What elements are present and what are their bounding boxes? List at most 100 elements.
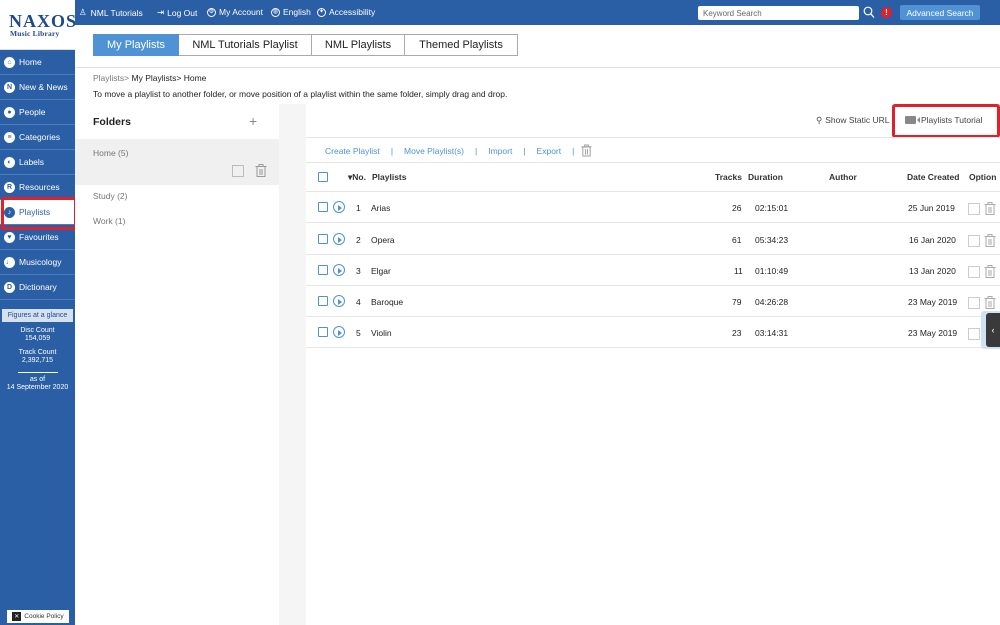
folder-item-study[interactable]: Study (2) (93, 191, 128, 201)
trash-icon[interactable] (984, 296, 996, 309)
info-icon[interactable]: ! (881, 7, 892, 18)
row-playlist-name[interactable]: Opera (371, 235, 395, 245)
track-count-value: 2,392,715 (21, 357, 54, 364)
row-duration: 01:10:49 (755, 266, 789, 276)
sidebar-item-categories[interactable]: ≡ Categories (0, 125, 75, 150)
play-icon[interactable] (333, 201, 345, 213)
sidebar-item-musicology[interactable]: ♩ Musicology (0, 250, 75, 275)
tab-nml-playlists[interactable]: NML Playlists (312, 34, 405, 56)
logout-icon: ⇥ (157, 7, 165, 17)
breadcrumb-my-playlists[interactable]: My Playlists> (132, 73, 182, 83)
tabs-divider (75, 67, 1000, 68)
import-button[interactable]: Import (488, 146, 512, 156)
sidebar-item-dictionary[interactable]: D Dictionary (0, 275, 75, 300)
row-playlist-name[interactable]: Violin (371, 328, 392, 338)
row-date: 13 Jan 2020 (909, 266, 956, 276)
play-icon[interactable] (333, 295, 345, 307)
tab-my-playlists[interactable]: My Playlists (93, 34, 179, 56)
row-checkbox[interactable] (318, 327, 328, 337)
col-playlists: Playlists (372, 172, 407, 182)
select-all-checkbox[interactable] (318, 172, 328, 182)
folder-item-home[interactable]: Home (5) (75, 139, 279, 185)
language-link[interactable]: ◍ English (271, 7, 311, 17)
as-of-date: 14 September 2020 (6, 384, 69, 391)
row-checkbox[interactable] (318, 234, 328, 244)
advanced-search-button[interactable]: Advanced Search (900, 5, 980, 20)
table-row[interactable]: 1 Arias 26 02:15:01 25 Jun 2019 (306, 192, 1000, 223)
create-playlist-button[interactable]: Create Playlist (325, 146, 380, 156)
table-row[interactable]: 4 Baroque 79 04:26:28 23 May 2019 (306, 286, 1000, 317)
home-icon: ⌂ (4, 56, 15, 68)
keyword-search-input[interactable] (698, 6, 859, 20)
cookie-policy-label: Cookie Policy (24, 613, 64, 620)
search-icon[interactable] (863, 6, 875, 19)
col-no[interactable]: ▾No. (348, 172, 366, 183)
trash-icon[interactable] (984, 202, 996, 215)
play-icon[interactable] (333, 326, 345, 338)
row-checkbox[interactable] (318, 202, 328, 212)
table-row[interactable]: 5 Violin 23 03:14:31 23 May 2019 (306, 317, 1000, 348)
export-button[interactable]: Export (537, 146, 562, 156)
edit-icon[interactable] (968, 328, 980, 340)
row-tracks: 26 (732, 203, 742, 213)
my-account-label: My Account (219, 7, 263, 17)
play-icon[interactable] (333, 233, 345, 245)
naxos-logo[interactable]: NAXOS Music Library (0, 0, 76, 50)
sidebar-item-label: People (19, 107, 46, 117)
resources-icon: R (4, 181, 15, 193)
trash-icon[interactable] (984, 234, 996, 247)
play-icon[interactable] (333, 264, 345, 276)
row-checkbox[interactable] (318, 296, 328, 306)
heart-icon: ♥ (4, 231, 15, 243)
track-count-label: Track Count (18, 349, 57, 356)
accessibility-link[interactable]: ✦ Accessibility (317, 7, 375, 17)
cookie-policy-button[interactable]: ✕ Cookie Policy (7, 610, 69, 623)
row-playlist-name[interactable]: Elgar (371, 266, 391, 276)
edit-icon[interactable] (232, 165, 244, 177)
link-icon: ⚲ (816, 115, 823, 125)
edit-icon[interactable] (968, 203, 980, 215)
col-tracks: Tracks (715, 172, 742, 182)
folder-label[interactable]: Home (5) (93, 148, 128, 158)
row-no: 1 (356, 203, 361, 213)
sidebar-item-people[interactable]: ● People (0, 100, 75, 125)
edit-icon[interactable] (968, 266, 980, 278)
trash-icon[interactable] (255, 164, 267, 177)
globe-icon: ◍ (271, 7, 280, 17)
add-folder-button[interactable]: + (249, 113, 257, 129)
nml-tutorials-link[interactable]: ♙ NML Tutorials (79, 7, 143, 18)
tab-nml-tutorials-playlist[interactable]: NML Tutorials Playlist (179, 34, 312, 56)
folder-item-work[interactable]: Work (1) (93, 216, 125, 226)
logout-link[interactable]: ⇥ Log Out (157, 7, 197, 18)
sidebar-item-new-news[interactable]: N New & News (0, 75, 75, 100)
disc-count-value: 154,059 (24, 335, 51, 342)
row-playlist-name[interactable]: Baroque (371, 297, 403, 307)
row-checkbox[interactable] (318, 265, 328, 275)
logo-line2: Music Library (10, 29, 60, 38)
as-of-label: as of (29, 376, 46, 383)
breadcrumb-home: Home (183, 73, 207, 83)
sidebar-item-label: Favourites (19, 232, 59, 242)
sidebar-item-home[interactable]: ⌂ Home (0, 50, 75, 75)
row-playlist-name[interactable]: Arias (371, 203, 390, 213)
row-tracks: 79 (732, 297, 742, 307)
row-date: 23 May 2019 (908, 297, 958, 307)
collapse-panel-tab[interactable]: ‹ (986, 313, 1000, 347)
edit-icon[interactable] (968, 235, 980, 247)
row-date: 25 Jun 2019 (908, 203, 955, 213)
musicology-icon: ♩ (4, 256, 15, 268)
playlist-actions: Create Playlist | Move Playlist(s) | Imp… (325, 144, 592, 157)
trash-icon[interactable] (984, 265, 996, 278)
row-tracks: 61 (732, 235, 742, 245)
trash-icon[interactable] (581, 144, 592, 157)
show-static-url-link[interactable]: ⚲ Show Static URL (816, 115, 889, 126)
breadcrumb-playlists[interactable]: Playlists> (93, 73, 129, 83)
edit-icon[interactable] (968, 297, 980, 309)
tab-themed-playlists[interactable]: Themed Playlists (405, 34, 518, 56)
my-account-link[interactable]: ⚙ My Account (207, 7, 263, 17)
sidebar-item-label: Labels (19, 157, 45, 167)
move-playlists-button[interactable]: Move Playlist(s) (404, 146, 464, 156)
sidebar-item-labels[interactable]: ◐ Labels (0, 150, 75, 175)
table-row[interactable]: 2 Opera 61 05:34:23 16 Jan 2020 (306, 224, 1000, 255)
table-row[interactable]: 3 Elgar 11 01:10:49 13 Jan 2020 (306, 255, 1000, 286)
